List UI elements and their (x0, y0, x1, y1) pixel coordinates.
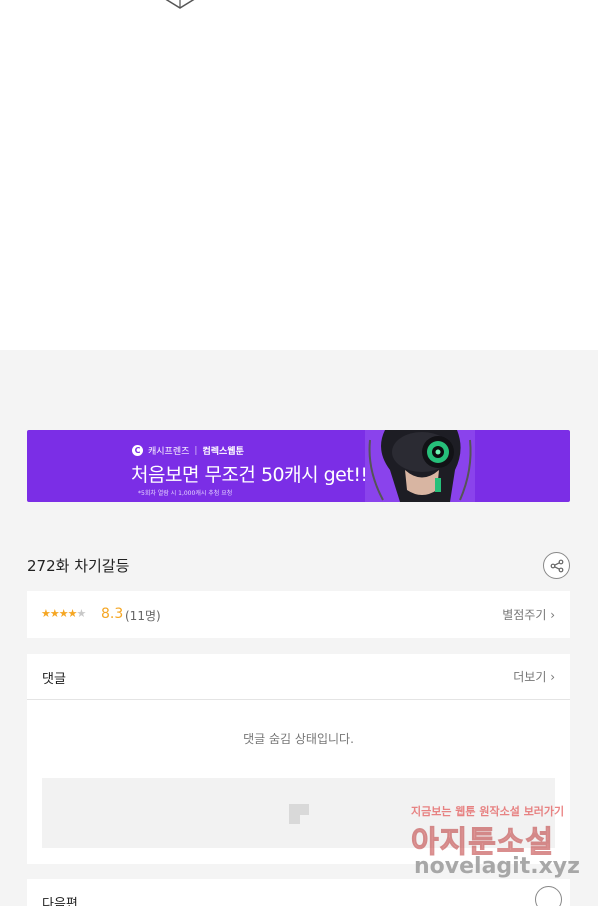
comment-placeholder-icon (289, 804, 309, 824)
share-button[interactable] (543, 552, 570, 579)
comments-header: 댓글 더보기 › (27, 654, 570, 700)
banner-headline: 처음보면 무조건 50캐시 get!! (131, 464, 368, 486)
banner-brand-1: 캐시프렌즈 (148, 447, 190, 457)
comments-title: 댓글 (42, 672, 66, 687)
episode-title: 272화 차기갈등 (27, 557, 130, 575)
next-episode-section[interactable]: 다음편 (27, 879, 570, 906)
star-icon: ★ (49, 607, 60, 620)
banner-brand-2: 컴렉스웹툰 (202, 447, 244, 457)
star-icon: ★ (67, 607, 78, 620)
banner-separator: | (194, 445, 198, 456)
comic-content-area (0, 0, 598, 350)
star-icon: ★ (58, 607, 69, 620)
star-icon: ★ (41, 607, 51, 620)
star-empty-icon: ★ (76, 607, 87, 620)
rating-count: (11명) (125, 609, 161, 623)
rating-score: 8.3 (101, 606, 124, 622)
banner-brand-row: C 캐시프렌즈 | 컴렉스웹툰 (132, 444, 244, 457)
next-episode-icon (535, 886, 562, 906)
banner-character-art (365, 430, 475, 502)
comments-section: 댓글 더보기 › 댓글 숨김 상태입니다. (27, 654, 570, 864)
comment-input-placeholder[interactable] (42, 778, 555, 848)
decorative-cut-icon (165, 0, 195, 9)
share-icon (550, 559, 563, 572)
star-rating: ★★★★★ (41, 607, 87, 620)
banner-note: *5회차 열람 시 1,000캐시 추첨 요청 (138, 490, 233, 497)
rate-button[interactable]: 별점주기 › (502, 606, 555, 623)
comments-hidden-message: 댓글 숨김 상태입니다. (243, 732, 354, 746)
cash-event-banner[interactable]: C 캐시프렌즈 | 컴렉스웹툰 처음보면 무조건 50캐시 get!! *5회차… (27, 430, 570, 502)
cash-logo-icon: C (132, 445, 143, 456)
next-episode-title: 다음편 (42, 897, 78, 906)
comments-more-button[interactable]: 더보기 › (513, 668, 555, 685)
rating-section: ★★★★★ 8.3 (11명) 별점주기 › (27, 591, 570, 638)
